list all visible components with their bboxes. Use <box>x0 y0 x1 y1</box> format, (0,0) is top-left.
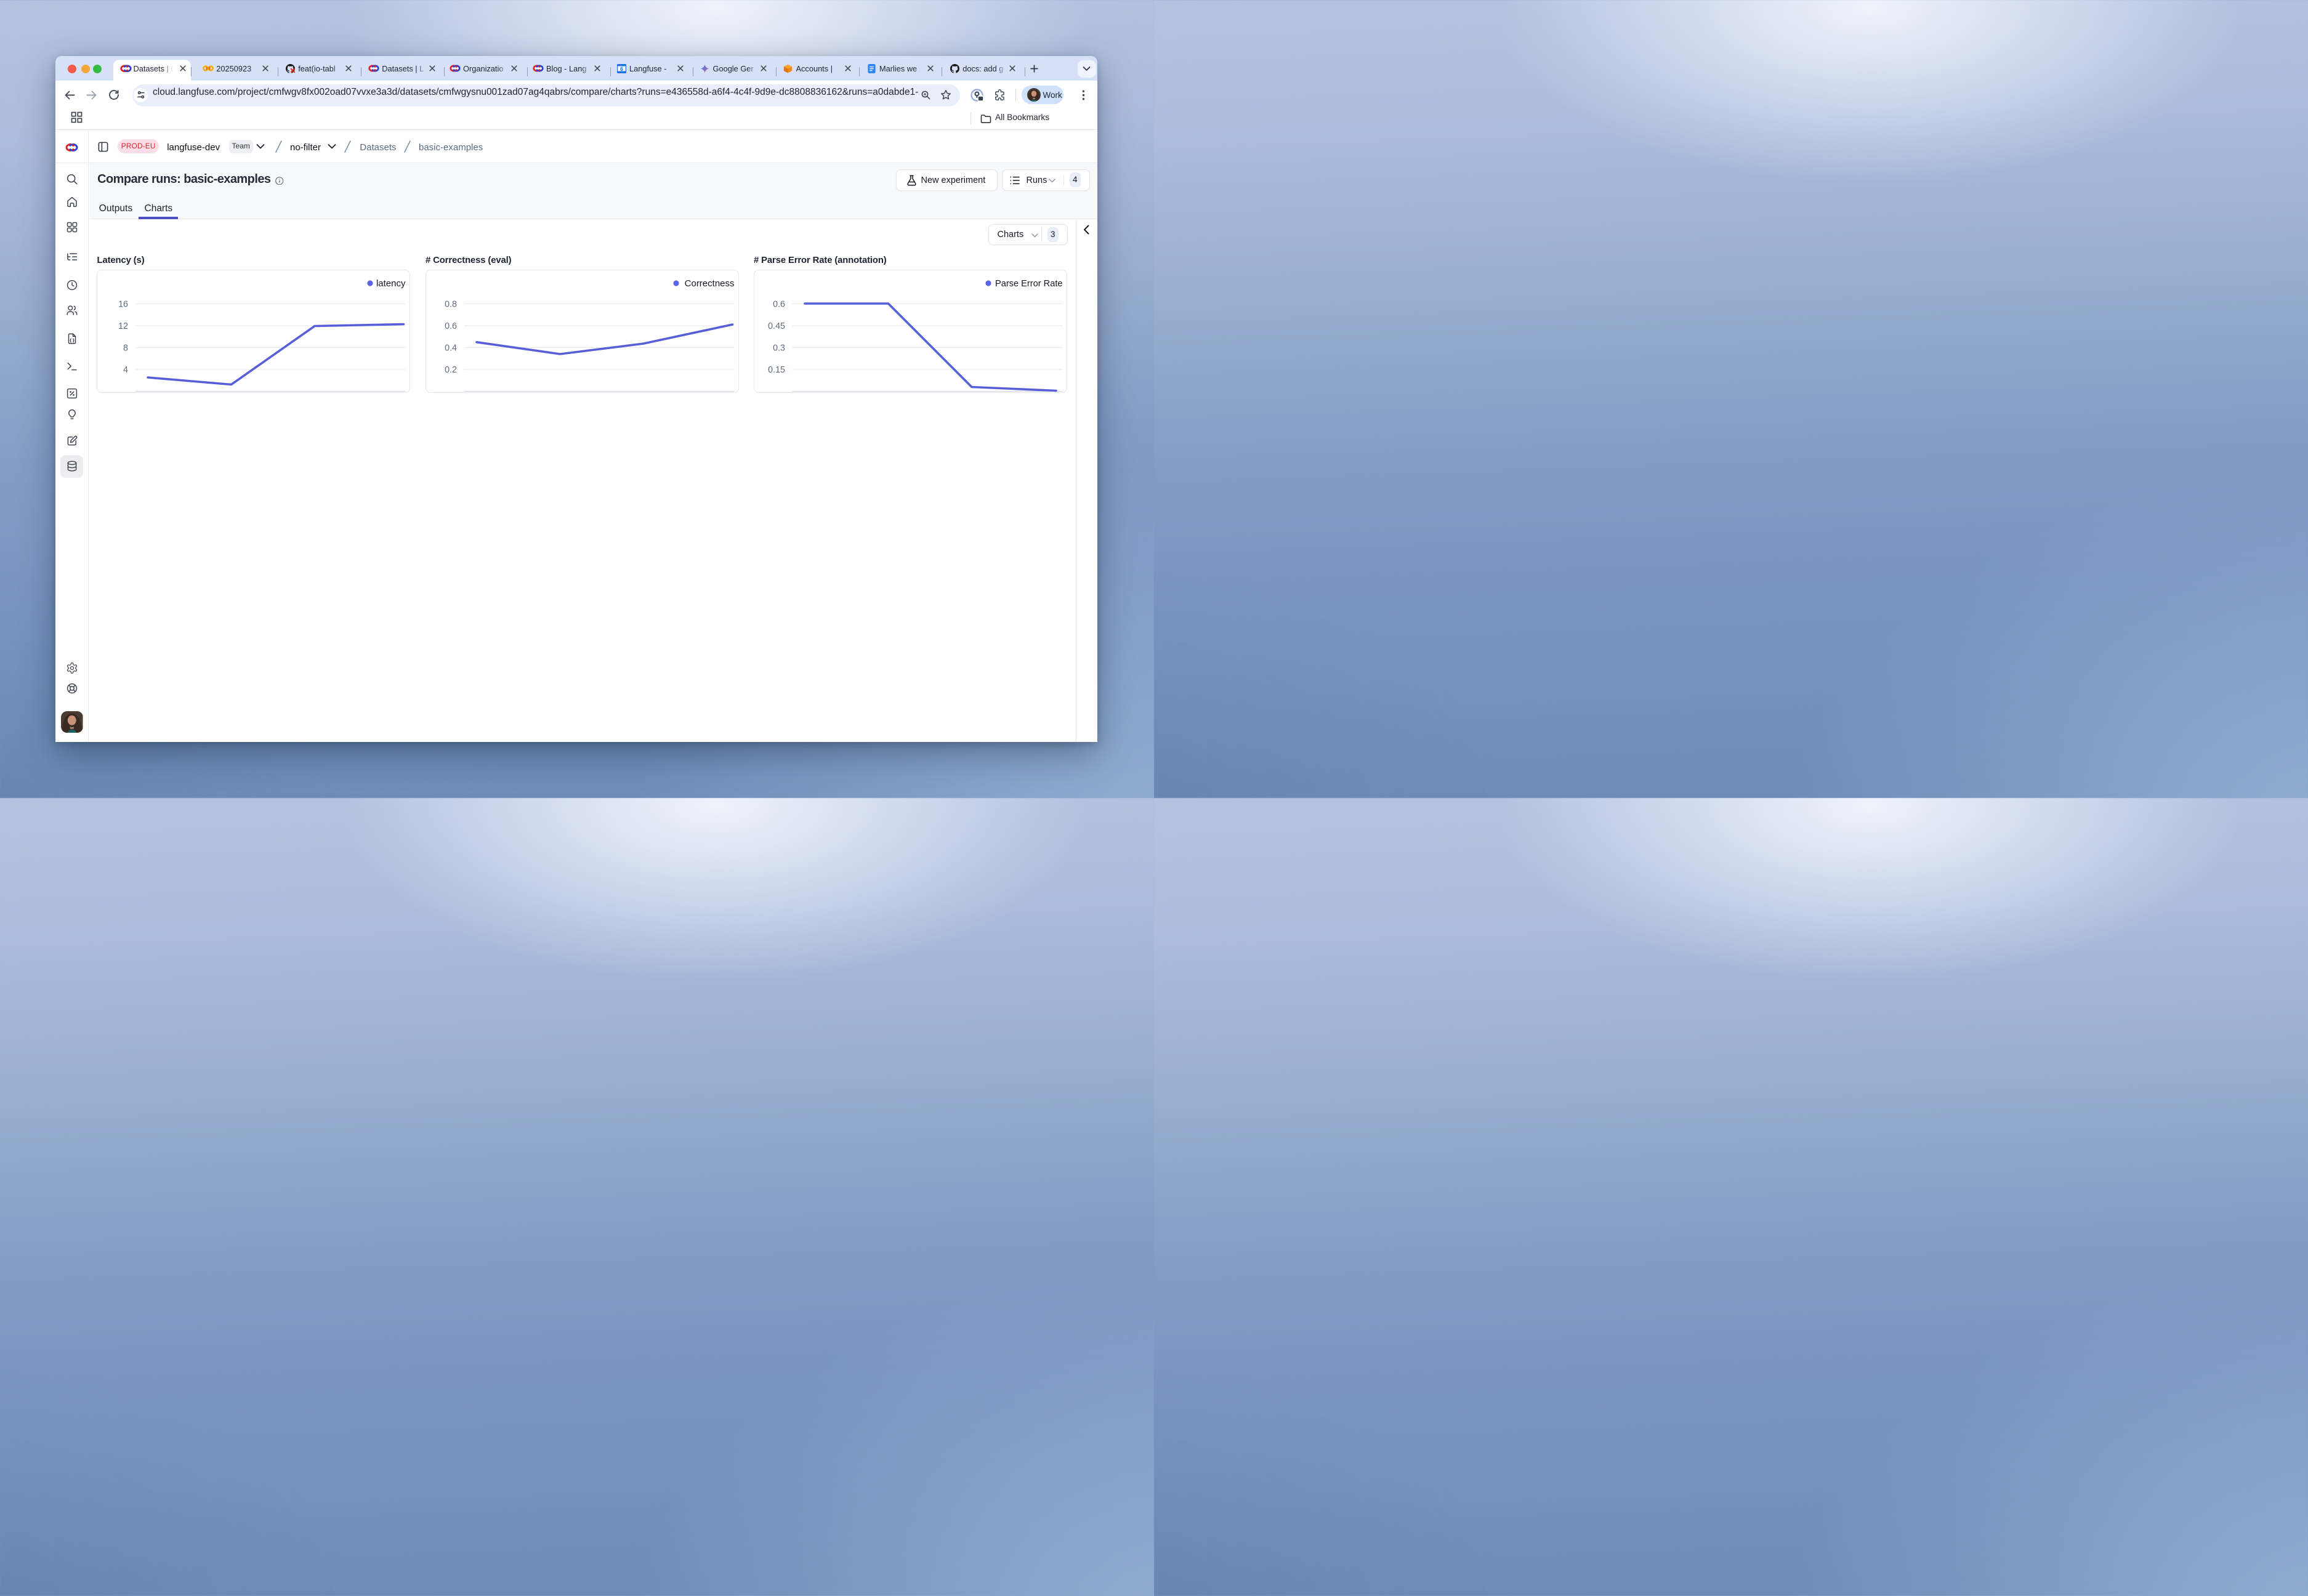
svg-text:8: 8 <box>123 344 128 353</box>
svg-text:0.8: 0.8 <box>445 300 457 310</box>
svg-text:latency: latency <box>376 278 406 289</box>
svg-text:0.15: 0.15 <box>768 365 785 375</box>
svg-text:0.45: 0.45 <box>768 321 785 331</box>
svg-text:12: 12 <box>118 321 128 331</box>
svg-text:0.4: 0.4 <box>445 344 457 353</box>
svg-text:0.3: 0.3 <box>773 344 785 353</box>
svg-text:0.6: 0.6 <box>445 321 457 331</box>
svg-text:4: 4 <box>123 365 128 375</box>
svg-text:16: 16 <box>118 300 128 310</box>
svg-text:0.2: 0.2 <box>445 365 457 375</box>
svg-text:Correctness: Correctness <box>684 278 734 289</box>
svg-text:0.6: 0.6 <box>773 300 785 310</box>
svg-text:Parse Error Rate: Parse Error Rate <box>995 279 1063 289</box>
